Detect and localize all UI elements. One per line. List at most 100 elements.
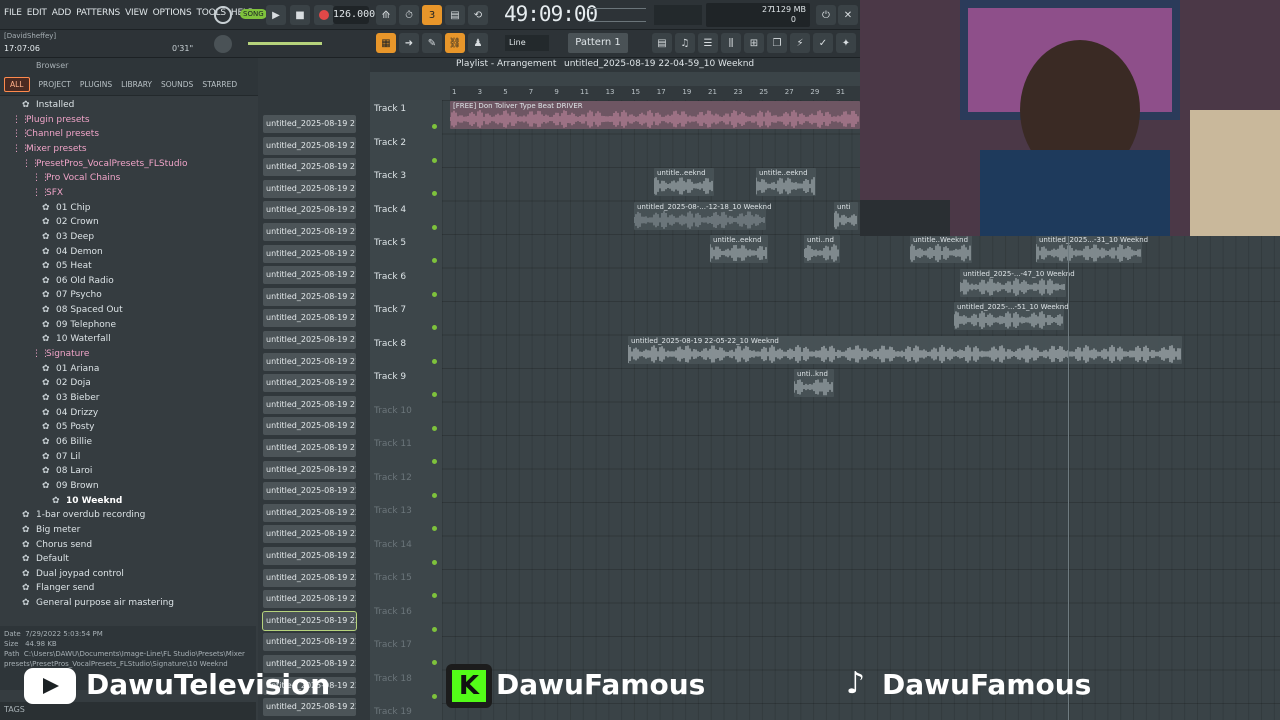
browser-tree-item[interactable]: ✿ 02 Crown (42, 217, 99, 231)
browser-tree-item[interactable]: ✿ 1-bar overdub recording (22, 510, 145, 524)
browser-icon[interactable]: ⊞ (744, 33, 764, 53)
track-name[interactable]: Track 9 (374, 372, 406, 382)
picker-clip[interactable]: untitled_2025-08-19 22- (263, 525, 356, 544)
menu-options[interactable]: OPTIONS (153, 8, 192, 18)
pitch-knob[interactable] (654, 5, 702, 25)
track-mute-led[interactable] (432, 459, 437, 464)
audio-clip[interactable]: untitled_2025-...-47_10 Weeknd (960, 268, 1075, 297)
track-name[interactable]: Track 16 (374, 607, 412, 617)
browser-tree-item[interactable]: ✿ 03 Bieber (42, 393, 99, 407)
browser-tree-item[interactable]: ⋮⋮Mixer presets (12, 144, 87, 158)
stop-button[interactable]: ■ (290, 5, 310, 25)
track-mute-led[interactable] (432, 660, 437, 665)
fx-icon[interactable]: ✦ (836, 33, 856, 53)
browser-tree-item[interactable]: ⋮⋮Signature (32, 349, 89, 363)
browser-tree-item[interactable]: ⋮⋮Plugin presets (12, 115, 90, 129)
picker-clip[interactable]: untitled_2025-08-19 21- (263, 223, 356, 241)
track-mute-led[interactable] (432, 124, 437, 129)
browser-tree-item[interactable]: ✿ Dual joypad control (22, 569, 124, 583)
browser-tree-item[interactable]: ✿ 02 Doja (42, 378, 91, 392)
menu-edit[interactable]: EDIT (27, 8, 47, 18)
browser-tree-item[interactable]: ✿ Chorus send (22, 540, 92, 554)
picker-clip[interactable]: untitled_2025-08-19 21- (263, 115, 356, 133)
plugin-icon[interactable]: ⚡ (790, 33, 810, 53)
browser-tree-item[interactable]: ✿ 06 Billie (42, 437, 92, 451)
browser-tree-item[interactable]: ✿ Big meter (22, 525, 80, 539)
picker-clip[interactable]: untitled_2025-08-19 22- (263, 568, 356, 587)
browser-tree-item[interactable]: ✿ 10 Weeknd (52, 496, 122, 510)
browser-tree-item[interactable]: ✿ 08 Laroi (42, 466, 92, 480)
tab-starred[interactable]: STARRED (202, 80, 237, 89)
menu-add[interactable]: ADD (52, 8, 72, 18)
browser-tree-item[interactable]: ⋮⋮Channel presets (12, 129, 99, 143)
record-button[interactable] (314, 5, 334, 25)
track-name[interactable]: Track 1 (374, 104, 406, 114)
pencil-icon[interactable]: ✎ (422, 33, 442, 53)
track-mute-led[interactable] (432, 157, 437, 163)
tempo-tap-icon[interactable]: ✓ (813, 33, 833, 53)
tempo-display[interactable]: 126.000 (333, 6, 375, 24)
audio-clip[interactable]: unti (834, 201, 858, 230)
track-mute-led[interactable] (432, 492, 437, 498)
picker-clip[interactable]: untitled_2025-08-19 21- (263, 266, 356, 285)
browser-tree-item[interactable]: ✿ Default (22, 554, 69, 568)
track-mute-led[interactable] (432, 425, 437, 431)
channel-rack-icon[interactable]: ☰ (698, 33, 718, 53)
browser-tree-item[interactable]: ✿ 07 Lil (42, 452, 80, 466)
browser-tree-item[interactable]: ✿ 01 Chip (42, 203, 91, 217)
tab-all[interactable]: ALL (4, 77, 30, 92)
track-mute-led[interactable] (432, 358, 437, 364)
track-mute-led[interactable] (432, 291, 437, 297)
song-mode-label[interactable]: SONG (240, 9, 267, 19)
picker-clip[interactable]: untitled_2025-08-19 22- (263, 590, 356, 609)
track-name[interactable]: Track 2 (374, 138, 406, 148)
track-name[interactable]: Track 14 (374, 540, 412, 550)
browser-tree-item[interactable]: ✿ 03 Deep (42, 232, 94, 246)
picker-clip[interactable]: untitled_2025-08-19 21- (263, 395, 356, 414)
browser-tree-item[interactable]: ⋮⋮PresetPros_VocalPresets_FLStudio (22, 159, 188, 173)
audio-clip[interactable]: untitled_2025-08-...-12-18_10 Weeknd (634, 201, 772, 230)
track-name[interactable]: Track 17 (374, 640, 412, 650)
track-name[interactable]: Track 15 (374, 573, 412, 583)
snap-select[interactable]: Line (505, 35, 549, 51)
tab-sounds[interactable]: SOUNDS (161, 80, 193, 89)
track-name[interactable]: Track 4 (374, 205, 406, 215)
browser-tree-item[interactable]: ✿ 05 Posty (42, 422, 94, 436)
track-mute-led[interactable] (432, 626, 437, 632)
picker-clip[interactable]: untitled_2025-08-19 21- (263, 439, 356, 457)
browser-tree-item[interactable]: ✿ 09 Brown (42, 481, 99, 495)
picker-clip[interactable]: untitled_2025-08-19 21- (263, 136, 356, 155)
track-name[interactable]: Track 8 (374, 339, 406, 349)
browser-tree-item[interactable]: ⋮⋮Pro Vocal Chains (32, 173, 120, 187)
countdown-icon[interactable]: 3 (422, 5, 442, 25)
snap-icon[interactable]: ▦ (376, 33, 396, 53)
track-name[interactable]: Track 19 (374, 707, 412, 717)
track-name[interactable]: Track 5 (374, 238, 406, 248)
picker-clip[interactable]: untitled_2025-08-19 21- (263, 417, 356, 436)
browser-tree-item[interactable]: ✿ 10 Waterfall (42, 334, 111, 348)
metronome-icon[interactable]: ⟰ (376, 5, 396, 25)
browser-tree-item[interactable]: ✿ 08 Spaced Out (42, 305, 123, 319)
tags-bar[interactable]: TAGS (0, 702, 256, 720)
browser-tree-item[interactable]: ✿ 05 Heat (42, 261, 92, 275)
wait-icon[interactable]: ⏱ (399, 5, 419, 25)
audio-clip[interactable]: untitled_2025...-31_10 Weeknd (1036, 235, 1148, 263)
picker-clip[interactable]: untitled_2025-08-19 21- (263, 352, 356, 371)
browser-tree-item[interactable]: ✿ Flanger send (22, 583, 94, 597)
piano-roll-icon[interactable]: ♫ (675, 33, 695, 53)
audio-clip[interactable]: unti..knd (794, 369, 834, 397)
picker-clip[interactable]: untitled_2025-08-19 22- (263, 547, 356, 565)
tab-library[interactable]: LIBRARY (121, 80, 152, 89)
track-mute-led[interactable] (432, 526, 437, 531)
track-name[interactable]: Track 12 (374, 473, 412, 483)
track-name[interactable]: Track 6 (374, 272, 406, 282)
track-name[interactable]: Track 10 (374, 406, 412, 416)
picker-clip[interactable]: untitled_2025-08-19 22- (263, 503, 356, 522)
audio-clip[interactable]: [FREE] Don Toliver Type Beat DRIVER (450, 101, 860, 129)
timeline-ruler[interactable]: 1 3 5 7 9 11 13 15 17 19 21 23 25 27 29 31 (450, 86, 860, 100)
pattern-select[interactable]: Pattern 1 (568, 33, 628, 53)
menu-view[interactable]: VIEW (125, 8, 148, 18)
picker-clip[interactable]: untitled_2025-08-19 21- (263, 374, 356, 393)
browser-tree-item[interactable]: ✿ 06 Old Radio (42, 276, 114, 290)
track-mute-led[interactable] (432, 593, 437, 598)
